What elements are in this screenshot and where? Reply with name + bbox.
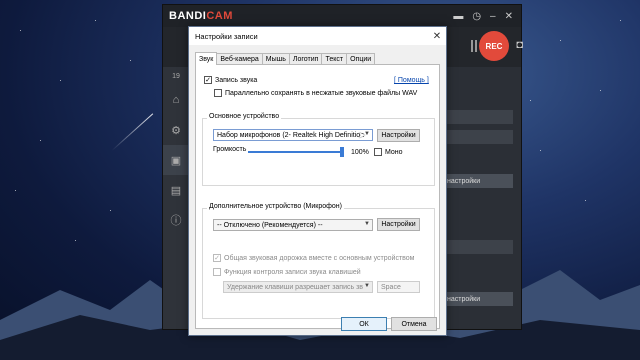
video-icon[interactable]: ▣: [163, 145, 189, 175]
close-icon[interactable]: ✕: [505, 11, 513, 22]
close-icon[interactable]: ✕: [428, 27, 446, 45]
dialog-titlebar: Настройки записи ✕: [189, 27, 446, 45]
volume-label: Громкость: [213, 146, 247, 153]
volume-value: 100%: [351, 149, 369, 156]
settings-button-bg-2[interactable]: настройки: [443, 292, 513, 306]
clock-icon[interactable]: ◷: [472, 11, 481, 22]
pause-icon[interactable]: [471, 40, 473, 52]
panel-bar: [443, 240, 513, 254]
tab-sound[interactable]: Звук: [195, 52, 218, 65]
secondary-device-select[interactable]: -- Отключено (Рекомендуется) -- ▼: [213, 219, 373, 231]
cancel-button[interactable]: Отмена: [391, 317, 437, 331]
panel-bar: [443, 110, 513, 124]
record-sound-row[interactable]: ✓ Запись звука: [204, 76, 257, 84]
sound-tab-panel: ✓ Запись звука [ Помощь ] Параллельно со…: [195, 64, 440, 329]
rec-button[interactable]: REC: [479, 31, 509, 61]
hotkey-control-label: Функция контроля записи звука клавишей: [224, 268, 361, 276]
home-icon[interactable]: ⌂: [163, 85, 189, 115]
dialog-title: Настройки записи: [195, 31, 258, 41]
save-wav-row[interactable]: Параллельно сохранять в несжатые звуковы…: [214, 89, 417, 97]
primary-device-label: Основное устройство: [207, 113, 282, 120]
image-icon[interactable]: ▤: [163, 175, 189, 205]
sidebar-number: 19: [172, 72, 180, 80]
save-wav-checkbox[interactable]: [214, 89, 222, 97]
folder-icon[interactable]: ▬: [453, 11, 463, 22]
mono-checkbox[interactable]: [374, 148, 382, 156]
help-link[interactable]: [ Помощь ]: [394, 77, 429, 84]
info-icon[interactable]: ⓘ: [163, 205, 189, 235]
common-track-label: Общая звуковая дорожка вместе с основным…: [224, 254, 415, 262]
record-sound-label: Запись звука: [215, 76, 258, 84]
chevron-down-icon: ▼: [364, 221, 370, 227]
common-track-checkbox: ✓: [213, 254, 221, 262]
mono-row[interactable]: Моно: [374, 148, 403, 156]
record-settings-dialog: Настройки записи ✕ Звук Веб-камера Мышь …: [188, 26, 447, 336]
mono-label: Моно: [385, 148, 403, 156]
settings-button-bg-1[interactable]: настройки: [443, 174, 513, 188]
secondary-settings-button[interactable]: Настройки: [377, 218, 420, 231]
bandicam-titlebar: BANDICAM ▬ ◷ – ✕: [163, 5, 521, 27]
save-wav-label: Параллельно сохранять в несжатые звуковы…: [225, 89, 418, 97]
common-track-row: ✓ Общая звуковая дорожка вместе с основн…: [213, 254, 415, 262]
chevron-down-icon: ▼: [364, 283, 370, 289]
ok-button[interactable]: ОК: [341, 317, 387, 331]
record-sound-checkbox[interactable]: ✓: [204, 76, 212, 84]
secondary-device-label: Дополнительное устройство (Микрофон): [207, 203, 344, 210]
bandicam-sidebar: 19 ⌂ ⚙ ▣ ▤ ⓘ: [163, 67, 189, 329]
volume-slider-thumb[interactable]: [340, 147, 344, 157]
meteor-streak: [111, 113, 154, 151]
hotkey-control-checkbox: [213, 268, 221, 276]
bandicam-right-panel: настройки настройки: [443, 80, 513, 319]
panel-bar: [443, 130, 513, 144]
bandicam-logo: BANDICAM: [169, 10, 233, 22]
volume-slider-fill: [248, 151, 344, 153]
mouse-cursor-icon: ➤: [358, 130, 366, 140]
primary-device-select[interactable]: Набор микрофонов (2- Realtek High Defini…: [213, 129, 373, 141]
hotkey-key-input: Space: [377, 281, 420, 293]
hotkey-mode-select: Удержание клавиши разрешает запись зв ▼: [223, 281, 373, 293]
camera-icon[interactable]: ◘: [516, 39, 523, 51]
minimize-icon[interactable]: –: [490, 11, 496, 22]
gear-icon[interactable]: ⚙: [163, 115, 189, 145]
primary-settings-button[interactable]: Настройки: [377, 129, 420, 142]
hotkey-control-row: Функция контроля записи звука клавишей: [213, 268, 361, 276]
